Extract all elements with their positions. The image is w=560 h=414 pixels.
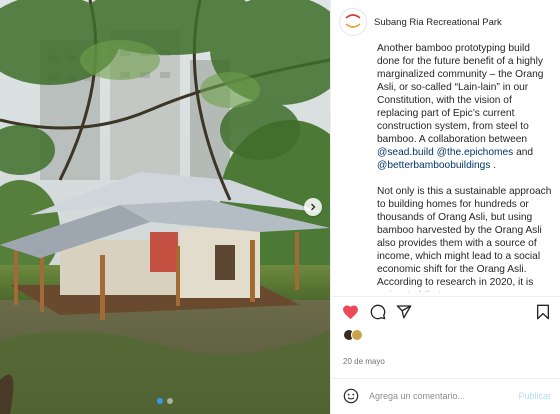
comment-bar: Agrega un comentario... Publicar	[331, 378, 560, 414]
avatar	[351, 329, 363, 341]
bamboo-house-photo	[0, 0, 330, 414]
save-button[interactable]	[534, 303, 552, 321]
action-bar	[331, 296, 560, 326]
post-date[interactable]: 20 de mayo	[343, 357, 385, 366]
post-image[interactable]	[0, 0, 330, 414]
emoji-icon[interactable]	[343, 388, 359, 404]
caption-text: Not only is this a sustainable approach …	[377, 186, 552, 292]
caption-text: .	[490, 160, 497, 171]
post-caption: Another bamboo prototyping build done fo…	[377, 42, 555, 292]
chevron-right-icon	[311, 203, 316, 211]
heart-icon	[342, 305, 358, 320]
comment-icon	[370, 304, 386, 320]
mention-link[interactable]: @the.epichomes	[437, 147, 514, 158]
next-image-button[interactable]	[304, 198, 322, 216]
comment-button[interactable]	[369, 303, 387, 321]
caption-text: and	[513, 147, 536, 158]
caption-fade	[371, 284, 560, 296]
mention-link[interactable]: @sead.build	[377, 147, 434, 158]
publish-button[interactable]: Publicar	[518, 391, 551, 401]
park-logo-icon	[341, 10, 365, 34]
account-username[interactable]: Subang Ria Recreational Park	[374, 17, 502, 28]
caption-text: Another bamboo prototyping build done fo…	[377, 43, 546, 145]
post-panel: Subang Ria Recreational Park Another bam…	[330, 0, 560, 414]
comment-input[interactable]: Agrega un comentario...	[369, 391, 465, 401]
carousel-dot-active	[157, 398, 163, 404]
avatar[interactable]	[339, 8, 367, 36]
instagram-post: Subang Ria Recreational Park Another bam…	[0, 0, 560, 414]
post-header: Subang Ria Recreational Park	[331, 0, 560, 44]
mention-link[interactable]: @betterbamboobuildings	[377, 160, 490, 171]
bookmark-icon	[537, 304, 549, 320]
liked-by-avatars[interactable]	[343, 329, 363, 341]
carousel-dot	[167, 398, 173, 404]
carousel-indicator	[0, 398, 330, 404]
share-button[interactable]	[395, 303, 413, 321]
like-button[interactable]	[341, 303, 359, 321]
share-icon	[396, 305, 412, 319]
